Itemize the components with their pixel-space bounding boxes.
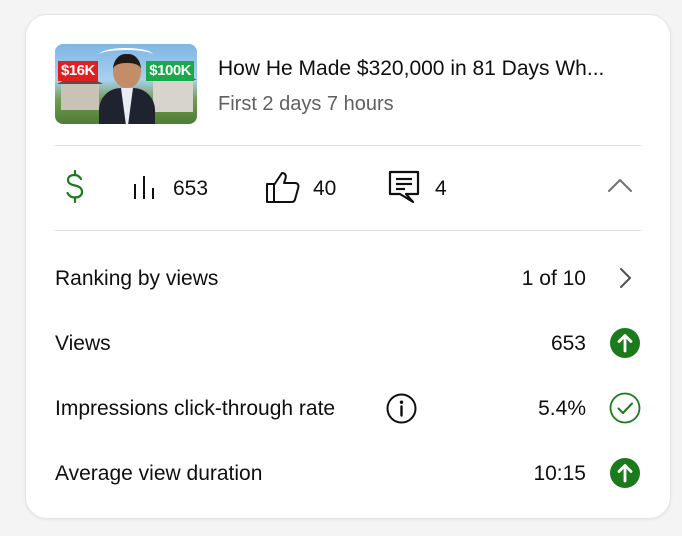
metric-value: 5.4% [538,397,586,420]
metric-row-views: Views 653 [55,323,641,363]
metric-label: Average view duration [55,462,263,485]
video-analytics-card: $16K $100K How He Made $320,000 in 81 Da… [25,14,671,519]
metric-value: 10:15 [533,462,586,485]
metric-row-ranking[interactable]: Ranking by views 1 of 10 [55,258,641,298]
thumbnail-tag-right: $100K [146,61,194,81]
revenue-stat[interactable] [63,169,87,210]
video-header[interactable]: $16K $100K How He Made $320,000 in 81 Da… [55,44,641,124]
bar-chart-icon [131,172,161,207]
up-arrow-icon [609,457,641,489]
chevron-up-icon[interactable] [607,177,633,198]
dollar-icon [63,169,87,210]
likes-stat[interactable]: 40 [265,171,336,207]
divider [55,145,641,146]
video-title[interactable]: How He Made $320,000 in 81 Days Wh... [218,56,648,82]
views-count: 653 [173,177,209,200]
views-stat[interactable]: 653 [131,171,208,207]
metric-value: 653 [550,332,586,355]
video-time-range: First 2 days 7 hours [218,93,394,115]
video-thumbnail[interactable]: $16K $100K [55,44,197,124]
metric-label: Ranking by views [55,267,219,290]
metric-row-ctr: Impressions click-through rate 5.4% [55,388,641,428]
stats-bar: 653 40 4 [55,147,641,227]
metric-label: Views [55,332,111,355]
metric-row-avg-view-duration: Average view duration 10:15 [55,453,641,493]
comments-stat[interactable]: 4 [387,169,447,210]
up-arrow-icon [609,327,641,359]
divider [55,230,641,231]
comments-count: 4 [435,177,447,200]
metric-value: 1 of 10 [521,267,586,290]
metric-label: Impressions click-through rate [55,397,336,420]
likes-count: 40 [313,177,337,200]
thumbnail-tag-left: $16K [58,61,98,81]
thumbs-up-icon [265,170,301,209]
comment-icon [387,169,421,210]
chevron-right-icon[interactable] [609,262,641,294]
check-circle-icon [609,392,641,424]
info-icon[interactable] [386,393,417,429]
